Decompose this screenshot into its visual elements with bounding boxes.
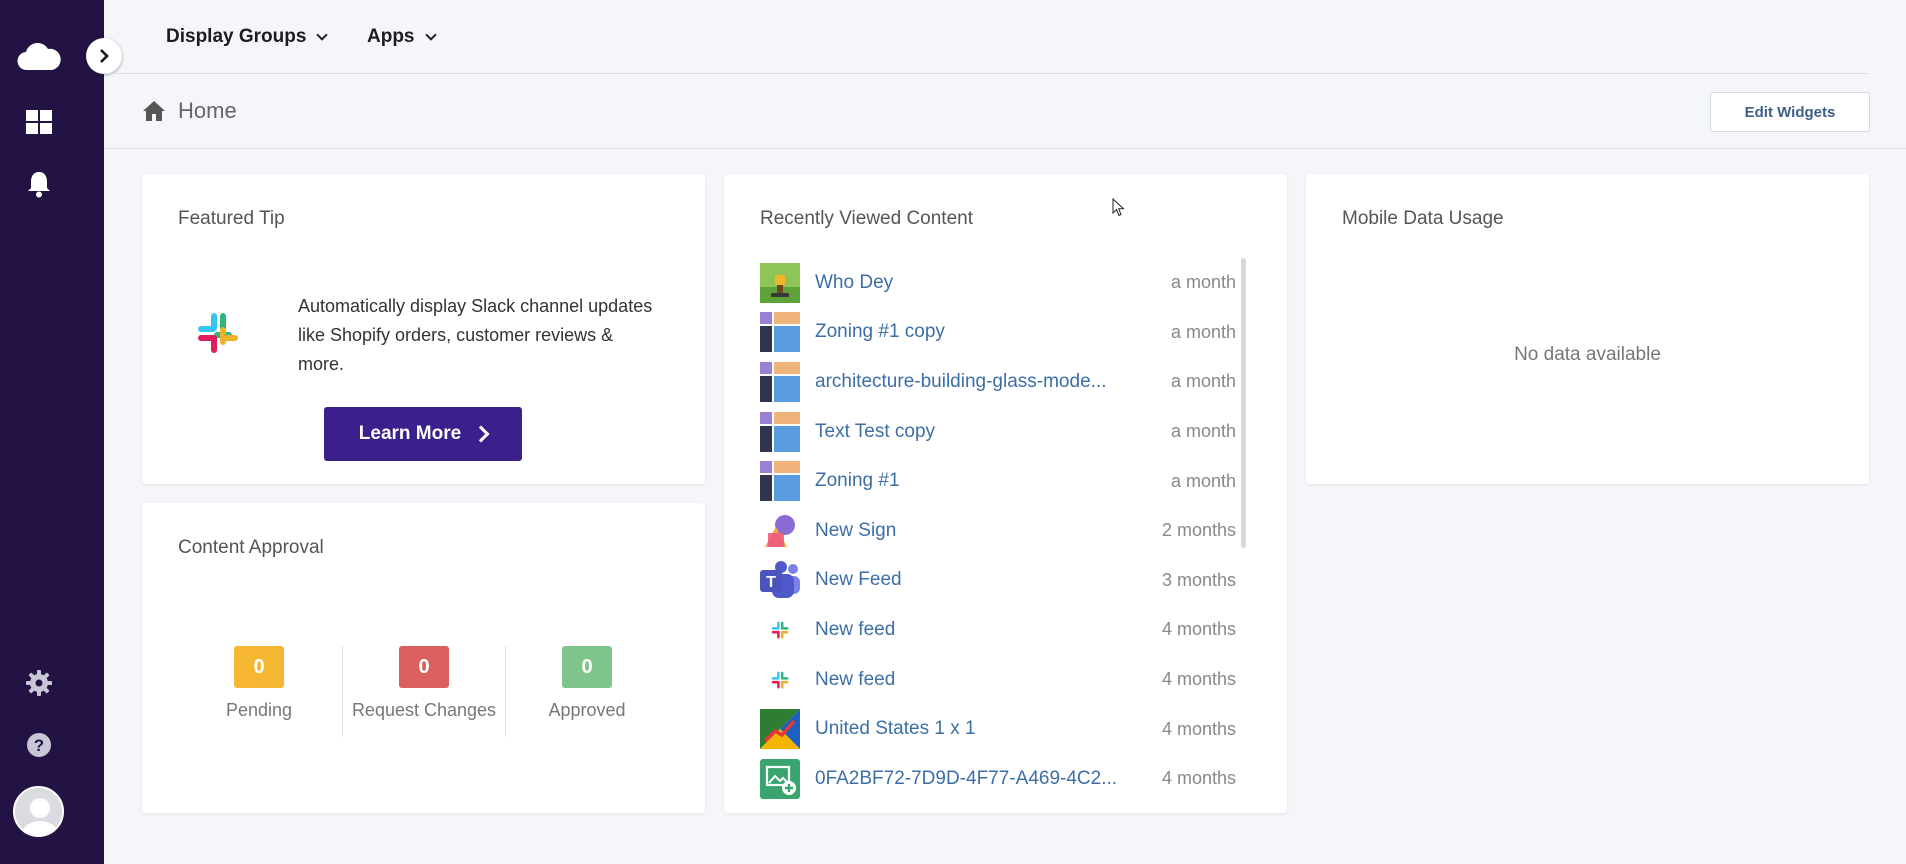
slack-icon: [760, 660, 800, 700]
recent-item-title[interactable]: architecture-building-glass-mode...: [815, 371, 1153, 393]
chevron-down-icon: [316, 28, 329, 41]
top-navigation: Display Groups Apps: [104, 0, 1868, 74]
help-icon[interactable]: ?: [0, 730, 78, 760]
gear-icon[interactable]: [0, 668, 78, 698]
recent-item-time: 4 months: [1161, 619, 1236, 640]
recent-item-time: 2 months: [1161, 520, 1236, 541]
learn-more-button[interactable]: Learn More: [324, 407, 522, 461]
recent-item[interactable]: United States 1 x 1 4 months: [760, 704, 1236, 754]
recent-item-time: a month: [1170, 470, 1236, 491]
recent-item-time: 4 months: [1161, 768, 1236, 789]
sidebar: ?: [0, 0, 104, 864]
recent-item-title[interactable]: New Sign: [815, 520, 1144, 542]
zoning-layout-icon: [760, 361, 800, 402]
slack-logo-icon: [198, 313, 238, 353]
sign-shapes-icon: [760, 511, 800, 551]
breadcrumb-bar: Home Edit Widgets: [104, 74, 1906, 149]
display-groups-label: Display Groups: [166, 26, 307, 47]
image-add-icon: [760, 758, 800, 799]
request-changes-label: Request Changes: [351, 700, 497, 720]
home-icon[interactable]: [142, 100, 166, 122]
zoning-layout-icon: [760, 411, 800, 452]
teams-icon: T: [760, 560, 800, 600]
chevron-down-icon: [424, 28, 437, 41]
recently-viewed-title: Recently Viewed Content: [760, 208, 973, 229]
content-approval-card: Content Approval 0 Pending 0 Request Cha…: [142, 503, 705, 813]
approved-count: 0: [562, 646, 612, 688]
recent-item-time: a month: [1170, 421, 1236, 442]
recently-viewed-card: Recently Viewed Content Who Dey a month Zo…: [724, 174, 1287, 813]
mobile-data-title: Mobile Data Usage: [1342, 208, 1504, 229]
display-groups-menu[interactable]: Display Groups: [166, 26, 329, 48]
svg-text:T: T: [766, 574, 776, 591]
recent-item-title[interactable]: 0FA2BF72-7D9D-4F77-A469-4C2...: [815, 768, 1144, 790]
request-changes-status[interactable]: 0 Request Changes: [343, 646, 505, 721]
zoning-layout-icon: [760, 312, 800, 353]
user-avatar[interactable]: [13, 786, 64, 837]
bell-icon[interactable]: [0, 168, 78, 200]
recent-item-title[interactable]: New feed: [815, 619, 1144, 641]
recent-item-time: 3 months: [1161, 569, 1236, 590]
request-changes-count: 0: [399, 646, 449, 688]
featured-tip-text: Automatically display Slack channel upda…: [298, 296, 653, 374]
recent-item[interactable]: 0FA2BF72-7D9D-4F77-A469-4C2... 4 months: [760, 754, 1236, 804]
apps-menu[interactable]: Apps: [367, 26, 437, 48]
mouse-cursor-icon: [1112, 198, 1125, 217]
recent-item-title[interactable]: Who Dey: [815, 272, 1153, 294]
pending-label: Pending: [225, 700, 293, 720]
recent-item[interactable]: Who Dey a month: [760, 258, 1236, 308]
recent-item-title[interactable]: Zoning #1 copy: [815, 321, 1153, 343]
mobile-data-card: Mobile Data Usage No data available: [1306, 174, 1869, 484]
dashboard-icon[interactable]: [0, 108, 78, 136]
breadcrumb-home[interactable]: Home: [178, 98, 237, 124]
recent-item-time: a month: [1170, 272, 1236, 293]
recent-item-title[interactable]: Text Test copy: [815, 421, 1153, 443]
recent-item[interactable]: T New Feed 3 months: [760, 556, 1236, 606]
no-data-message: No data available: [1514, 344, 1661, 365]
cloud-logo-icon[interactable]: [0, 38, 78, 74]
recent-item-time: 4 months: [1161, 669, 1236, 690]
recent-list: Who Dey a month Zoning #1 copy a month archi…: [760, 258, 1236, 804]
recent-item[interactable]: Text Test copy a month: [760, 407, 1236, 457]
apps-label: Apps: [367, 26, 415, 47]
slack-icon: [760, 610, 800, 650]
recent-item[interactable]: Zoning #1 a month: [760, 456, 1236, 506]
recent-item-title[interactable]: United States 1 x 1: [815, 718, 1144, 740]
approved-status[interactable]: 0 Approved: [506, 646, 668, 721]
stats-chart-icon: [760, 709, 800, 750]
breadcrumb: Home: [142, 98, 237, 124]
recent-item-title[interactable]: New feed: [815, 669, 1144, 691]
recent-item-title[interactable]: New Feed: [815, 569, 1144, 591]
recent-item-time: a month: [1170, 371, 1236, 392]
learn-more-label: Learn More: [358, 423, 462, 444]
pending-count: 0: [234, 646, 284, 688]
featured-tip-card: Featured Tip Automatically display Slack…: [142, 174, 705, 484]
edit-widgets-button[interactable]: Edit Widgets: [1710, 92, 1870, 132]
approved-label: Approved: [548, 700, 626, 720]
recent-item[interactable]: New feed 4 months: [760, 605, 1236, 655]
recent-scrollbar[interactable]: [1241, 258, 1246, 548]
recent-item[interactable]: Zoning #1 copy a month: [760, 308, 1236, 358]
pending-status[interactable]: 0 Pending: [178, 646, 340, 721]
zoning-layout-icon: [760, 461, 800, 502]
svg-text:?: ?: [34, 736, 44, 755]
chevron-right-icon: [472, 425, 490, 443]
recent-item-time: a month: [1170, 321, 1236, 342]
content-approval-title: Content Approval: [178, 537, 324, 558]
image-thumb-icon: [760, 262, 800, 303]
recent-item[interactable]: New Sign 2 months: [760, 506, 1236, 556]
recent-item-title[interactable]: Zoning #1: [815, 470, 1153, 492]
recent-item-time: 4 months: [1161, 718, 1236, 739]
featured-tip-title: Featured Tip: [178, 208, 285, 229]
recent-item[interactable]: architecture-building-glass-mode... a mon…: [760, 357, 1236, 407]
recent-item[interactable]: New feed 4 months: [760, 655, 1236, 705]
